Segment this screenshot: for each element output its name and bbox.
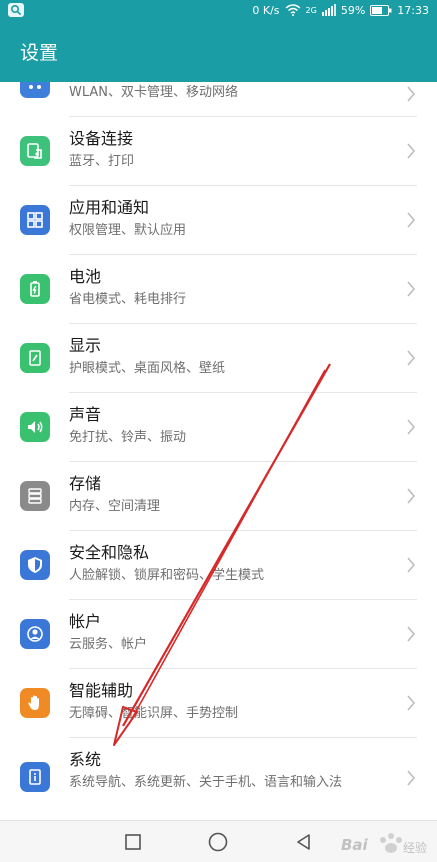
chevron-right-icon xyxy=(407,143,416,159)
svg-text:经验: 经验 xyxy=(403,840,427,855)
battery-percent: 59% xyxy=(340,3,366,17)
settings-item-subtitle: 云服务、帐户 xyxy=(69,637,148,652)
settings-item-system[interactable]: 系统 系统导航、系统更新、关于手机、语言和输入法 xyxy=(0,738,437,820)
page-title: 设置 xyxy=(20,41,59,64)
settings-item-subtitle: 蓝牙、打印 xyxy=(69,154,135,169)
app-bar: 设置 xyxy=(0,20,437,82)
settings-item-subtitle: 人脸解锁、锁屏和密码、学生模式 xyxy=(69,568,265,583)
home-button[interactable] xyxy=(206,830,230,854)
network-speed: 0 K/s xyxy=(252,3,280,17)
chevron-right-icon xyxy=(407,488,416,504)
back-icon xyxy=(297,833,310,850)
settings-item-apps-notifications[interactable]: 应用和通知 权限管理、默认应用 xyxy=(0,186,437,255)
settings-item-title: 系统 xyxy=(69,750,102,769)
settings-item-subtitle: 免打扰、铃声、振动 xyxy=(69,430,187,445)
settings-item-title: 智能辅助 xyxy=(69,681,134,700)
settings-item-display[interactable]: 显示 护眼模式、桌面风格、壁纸 xyxy=(0,324,437,393)
settings-item-subtitle: 省电模式、耗电排行 xyxy=(69,292,187,307)
recent-apps-button[interactable] xyxy=(121,830,145,854)
settings-item-title: 电池 xyxy=(69,267,102,286)
wifi-icon xyxy=(285,4,301,16)
settings-item-subtitle: 内存、空间清理 xyxy=(69,499,161,514)
settings-item-title: 设备连接 xyxy=(69,129,134,148)
hand-icon xyxy=(20,688,50,718)
settings-item-device-connection[interactable]: 设备连接 蓝牙、打印 xyxy=(0,117,437,186)
settings-item-subtitle: 权限管理、默认应用 xyxy=(69,223,187,238)
settings-item-title: 声音 xyxy=(69,405,102,424)
settings-item-account[interactable]: 帐户 云服务、帐户 xyxy=(0,600,437,669)
chevron-right-icon xyxy=(407,350,416,366)
recent-apps-icon xyxy=(125,833,141,850)
storage-icon xyxy=(20,481,50,511)
settings-item-title: 应用和通知 xyxy=(69,198,150,217)
chevron-right-icon xyxy=(407,695,416,711)
network-icon xyxy=(20,82,50,98)
svg-text:Bai: Bai xyxy=(341,836,369,854)
settings-item-title: 安全和隐私 xyxy=(69,543,150,562)
battery-icon xyxy=(370,4,392,16)
battery-icon xyxy=(20,274,50,304)
chevron-right-icon xyxy=(407,419,416,435)
settings-item-subtitle: 无障碍、智能识屏、手势控制 xyxy=(69,706,239,721)
chevron-right-icon xyxy=(407,212,416,228)
settings-item-sound[interactable]: 声音 免打扰、铃声、振动 xyxy=(0,393,437,462)
settings-item-smart-assistance[interactable]: 智能辅助 无障碍、智能识屏、手势控制 xyxy=(0,669,437,738)
settings-item-title: 存储 xyxy=(69,474,102,493)
back-button[interactable] xyxy=(292,830,316,854)
account-icon xyxy=(20,619,50,649)
settings-item-network[interactable]: WLAN、双卡管理、移动网络 xyxy=(0,82,437,117)
clock: 17:33 xyxy=(397,3,429,17)
settings-item-storage[interactable]: 存储 内存、空间清理 xyxy=(0,462,437,531)
chevron-right-icon xyxy=(407,86,416,102)
settings-item-subtitle: 护眼模式、桌面风格、壁纸 xyxy=(69,361,226,376)
status-bar: 0 K/s 2G 59% 17:33 xyxy=(0,0,437,20)
settings-item-battery[interactable]: 电池 省电模式、耗电排行 xyxy=(0,255,437,324)
chevron-right-icon xyxy=(407,770,416,786)
chevron-right-icon xyxy=(407,281,416,297)
signal-label: 2G xyxy=(305,5,317,15)
chevron-right-icon xyxy=(407,557,416,573)
system-info-icon xyxy=(20,762,50,792)
home-icon xyxy=(209,832,228,851)
notification-app-icon xyxy=(8,3,24,17)
settings-item-security-privacy[interactable]: 安全和隐私 人脸解锁、锁屏和密码、学生模式 xyxy=(0,531,437,600)
settings-item-subtitle: 系统导航、系统更新、关于手机、语言和输入法 xyxy=(69,775,343,790)
chevron-right-icon xyxy=(407,626,416,642)
signal-icon xyxy=(321,4,336,16)
device-connection-icon xyxy=(20,136,50,166)
display-icon xyxy=(20,343,50,373)
watermark-logo: Bai 经验 xyxy=(341,833,427,855)
shield-icon xyxy=(20,550,50,580)
sound-icon xyxy=(20,412,50,442)
settings-item-title: 显示 xyxy=(69,336,102,355)
settings-list[interactable]: WLAN、双卡管理、移动网络 设备连接 蓝牙、打印 应用和通知 权限管理、默认应… xyxy=(0,82,437,820)
apps-icon xyxy=(20,205,50,235)
settings-item-title: 帐户 xyxy=(69,612,102,631)
settings-item-subtitle: WLAN、双卡管理、移动网络 xyxy=(69,85,239,100)
